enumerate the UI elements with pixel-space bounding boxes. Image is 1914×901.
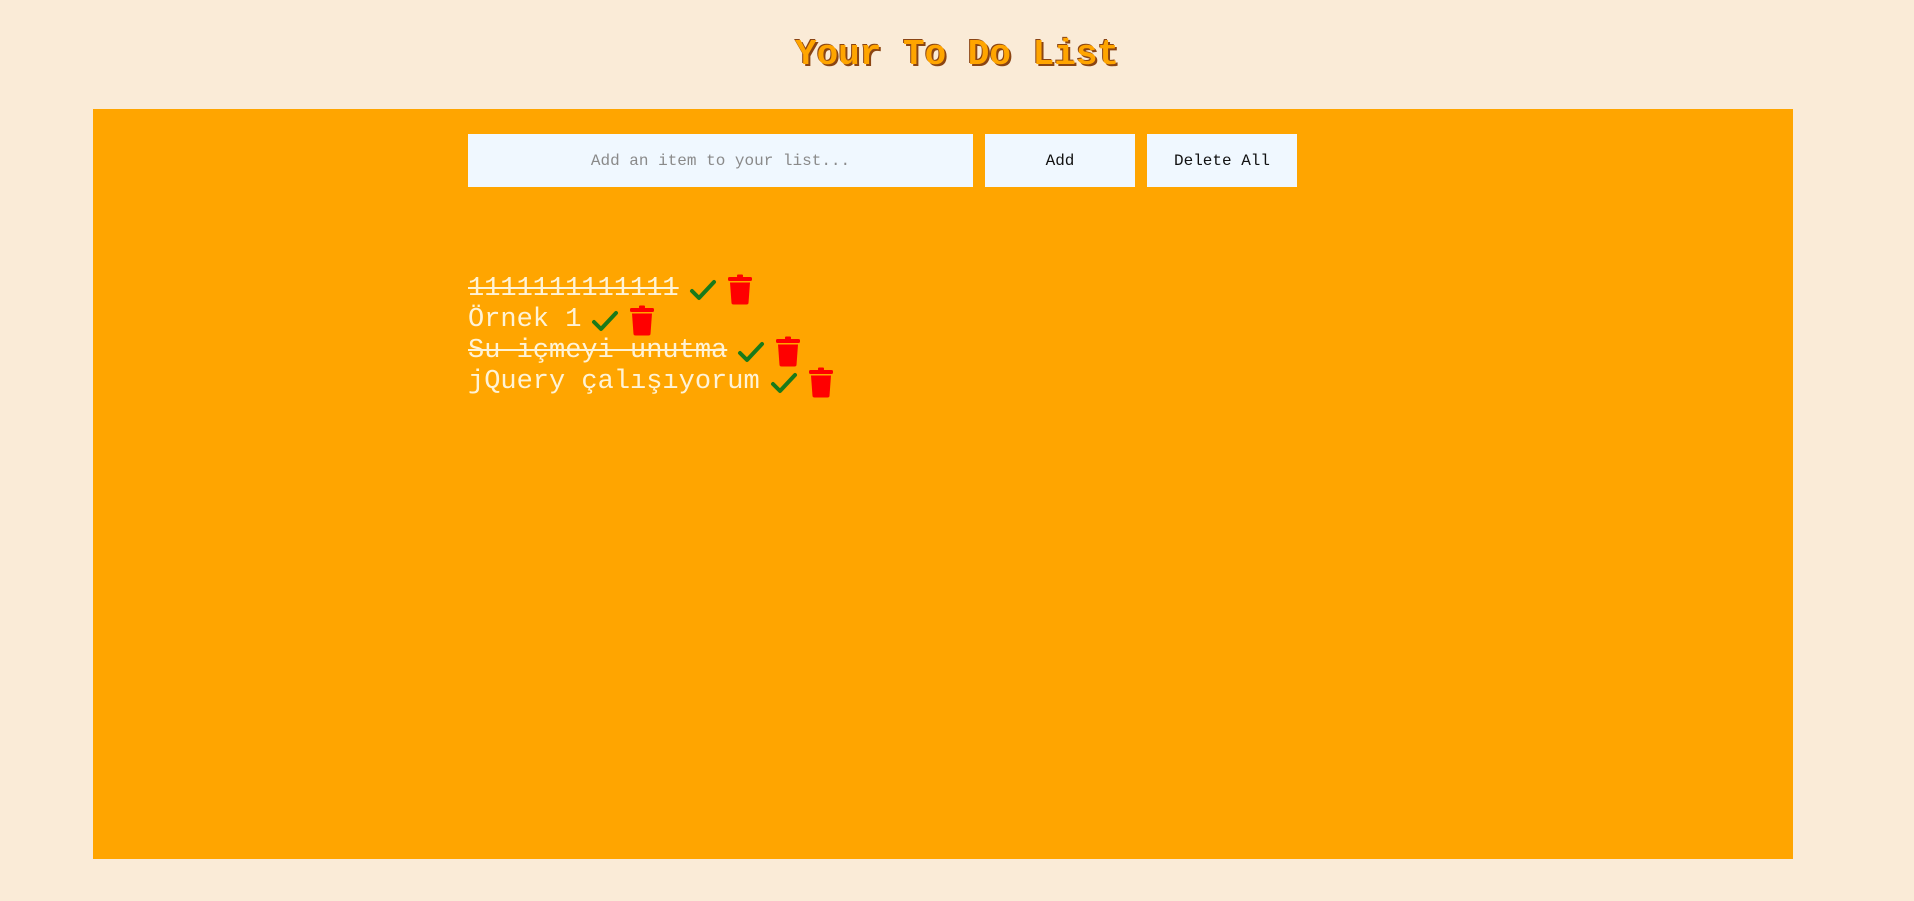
check-icon[interactable] [737, 340, 765, 364]
add-button[interactable]: Add [985, 134, 1135, 187]
todo-panel: Add Delete All 1111111111111 Örnek 1 [93, 109, 1793, 859]
todo-item: Su içmeyi unutma [468, 336, 834, 367]
check-icon[interactable] [591, 309, 619, 333]
todo-item: 1111111111111 [468, 274, 834, 305]
add-item-input[interactable] [468, 134, 973, 187]
todo-item-text: Su içmeyi unutma [468, 336, 728, 366]
trash-icon[interactable] [629, 305, 655, 336]
delete-all-button[interactable]: Delete All [1147, 134, 1297, 187]
page-title: Your To Do List [794, 34, 1120, 75]
trash-icon[interactable] [808, 367, 834, 398]
todo-item: Örnek 1 [468, 305, 834, 336]
todo-item-text: 1111111111111 [468, 274, 679, 304]
check-icon[interactable] [689, 278, 717, 302]
todo-item-text: jQuery çalışıyorum [468, 367, 760, 397]
todo-list: 1111111111111 Örnek 1 Su içmeyi unutma j… [468, 274, 834, 398]
check-icon[interactable] [770, 371, 798, 395]
trash-icon[interactable] [775, 336, 801, 367]
todo-item-text: Örnek 1 [468, 305, 582, 335]
trash-icon[interactable] [727, 274, 753, 305]
todo-item: jQuery çalışıyorum [468, 367, 834, 398]
